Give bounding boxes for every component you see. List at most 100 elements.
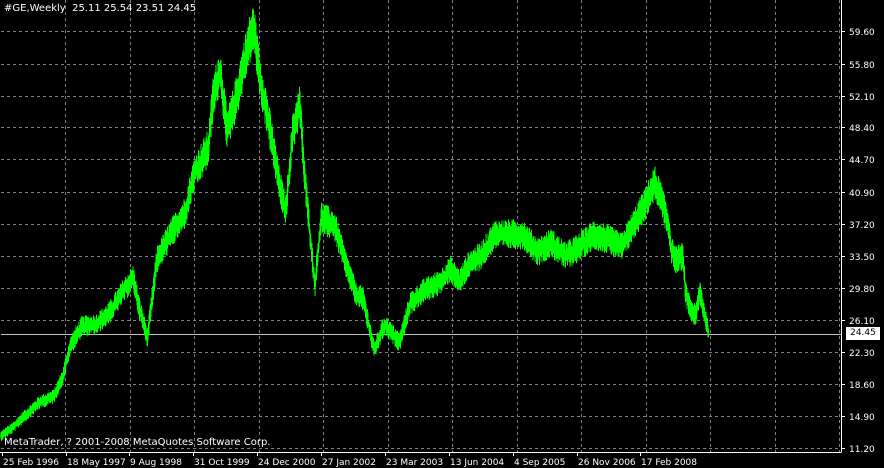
series-point [667,224,670,227]
series-point [193,173,196,175]
series-point [699,289,701,292]
series-point [299,104,301,106]
series-point [0,435,2,437]
y-tick-label: 59.60 [849,28,875,38]
series-point [219,69,221,72]
x-tick-label: 24 Dec 2000 [258,458,316,468]
x-tick-label: 18 May 1997 [67,458,126,468]
series-point [695,315,697,318]
y-tick-label: 37.20 [849,221,875,231]
series-point [156,259,158,262]
symbol-timeframe: #GE,Weekly [4,3,66,14]
series-point [109,311,111,313]
series-point [383,324,386,326]
y-tick-label: 52.10 [849,93,875,103]
series-point [653,181,656,184]
series-point [247,44,249,46]
x-tick-label: 26 Nov 2006 [578,458,636,468]
series-point [707,333,710,335]
series-point [38,401,41,404]
y-tick-label: 14.90 [849,413,875,423]
series-point [132,276,134,279]
y-tick-label: 55.80 [849,61,875,71]
y-tick-label: 40.90 [849,189,875,199]
x-tick-label: 23 Mar 2003 [386,458,443,468]
series-point [592,233,595,236]
chart-header: #GE,Weekly 25.11 25.54 23.51 24.45 [4,3,196,14]
series-point [303,173,306,175]
y-tick-label: 44.70 [849,156,875,166]
series-point [467,263,470,266]
series-point [508,233,510,236]
series-point [80,325,83,328]
series-point [320,216,323,218]
copyright-text: MetaTrader, ? 2001-2008 MetaQuotes Softw… [4,437,271,448]
series-point [62,375,64,378]
series-point [660,199,663,201]
x-tick-label: 13 Jun 2004 [450,458,504,468]
series-point [362,298,365,300]
series-point [537,250,539,253]
series-point [480,255,482,257]
series-point [24,414,27,417]
series-point [226,130,228,132]
series-point [10,428,12,430]
series-point [398,341,401,343]
y-tick-label: 48.40 [849,124,875,134]
series-point [423,289,426,292]
series-point [682,255,684,257]
series-point [314,285,316,287]
series-point [373,349,375,352]
series-point [266,112,268,115]
series-point [146,336,149,339]
chart-window[interactable]: 59.60 55.80 52.10 48.40 44.70 40.90 37.20 33.50… [0,0,884,468]
current-price-label: 24.45 [846,327,880,340]
series-point [95,324,97,326]
series-point [494,233,496,236]
series-point [632,224,634,227]
series-point [606,237,608,240]
y-tick-label: 11.20 [849,445,875,455]
series-point [259,78,262,80]
ohlc-values: 25.11 25.54 23.51 24.45 [72,3,197,14]
series-point [620,246,623,249]
series-point [69,345,71,348]
series-point [564,255,566,257]
series-point [644,203,646,205]
series-point [284,212,287,214]
series-point [138,306,140,309]
series-point [207,147,210,149]
series-point [675,259,677,262]
series-point [272,147,275,149]
series-point [169,233,172,236]
series-point [522,233,524,236]
series-point [550,242,553,244]
y-tick-label: 22.30 [849,349,875,359]
series-point [53,395,55,398]
x-tick-label: 17 Feb 2008 [641,458,697,468]
series-point [449,268,452,270]
series-point [123,289,125,292]
x-tick-label: 4 Sep 2005 [514,458,565,468]
series-point [355,293,358,296]
series-point [184,212,186,214]
x-tick-label: 9 Aug 1998 [130,458,182,468]
series-point [212,95,214,98]
y-tick-label: 18.60 [849,381,875,391]
series-point [278,181,281,184]
y-axis: 59.60 55.80 52.10 48.40 44.70 40.90 37.20 33.50… [841,28,875,455]
series-point [252,26,255,29]
x-tick-label: 25 Feb 1996 [3,458,59,468]
y-tick-label: 26.10 [849,317,875,327]
y-tick-label: 33.50 [849,253,875,263]
x-axis: 25 Feb 1996 18 May 1997 9 Aug 1998 31 Oct 1… [2,452,697,468]
series-point [439,280,442,283]
series-point [684,293,687,296]
series-point [691,311,693,313]
x-tick-label: 31 Oct 1999 [194,458,250,468]
series-point [343,259,346,262]
series-point [670,250,673,253]
series-point [292,130,294,132]
price-chart[interactable]: 59.60 55.80 52.10 48.40 44.70 40.90 37.20 33.50… [0,0,884,468]
series-point [578,246,581,249]
